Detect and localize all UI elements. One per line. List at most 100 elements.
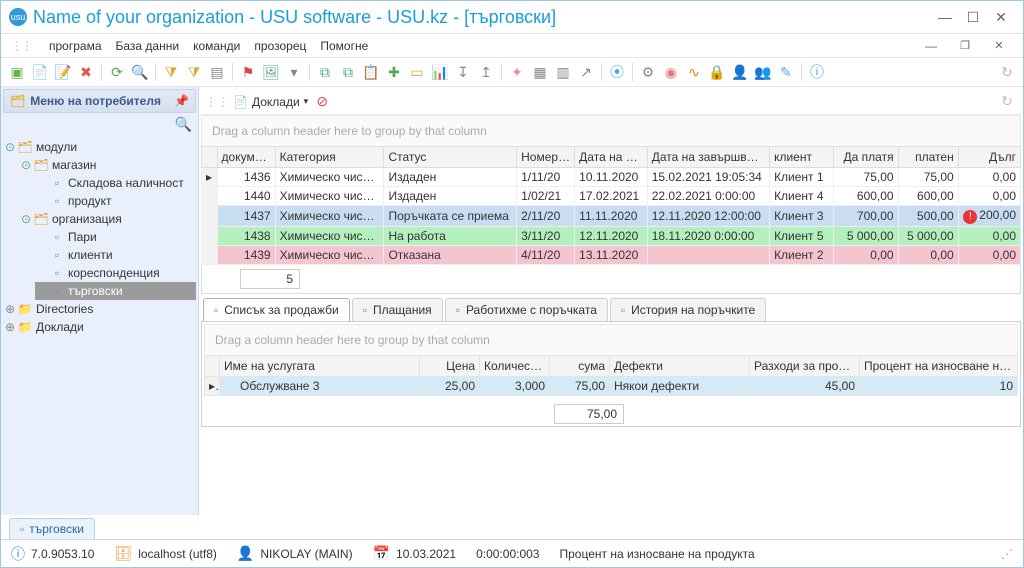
pin-icon[interactable]: 📌: [174, 94, 189, 108]
tree-clients[interactable]: ▫клиенти: [35, 246, 196, 264]
col-paid: платен: [898, 147, 958, 168]
tb-search-icon[interactable]: 🔍: [130, 62, 150, 82]
nav-tree: ⊙🗂модули ⊙🗂магазин ▫Складова наличност ▫…: [3, 136, 196, 338]
tb-color-icon[interactable]: ◉: [661, 62, 681, 82]
mdi-minimize-button[interactable]: —: [917, 36, 945, 56]
maximize-button[interactable]: ☐: [959, 7, 987, 27]
tb-layout-icon[interactable]: ▦: [530, 62, 550, 82]
tree-modules[interactable]: ⊙🗂модули: [3, 138, 196, 156]
tb-lock-icon[interactable]: 🔒: [707, 62, 727, 82]
detail-header-row[interactable]: Име на услугата Цена Количество сума Деф…: [205, 356, 1018, 377]
tree-directories[interactable]: ⊕📁Directories: [3, 300, 196, 318]
col-date-end: Дата на завършване: [647, 147, 769, 168]
stop-icon[interactable]: ⊘: [312, 92, 332, 112]
grid-header-row[interactable]: докуме… Категория Статус Номер … Дата на…: [202, 147, 1021, 168]
tb-add-icon[interactable]: ✚: [384, 62, 404, 82]
tb-refresh-icon[interactable]: ⟳: [107, 62, 127, 82]
doc-icon: ▫: [456, 303, 460, 317]
menu-window[interactable]: прозорец: [254, 39, 306, 53]
tb-edit-icon[interactable]: 📝: [53, 62, 73, 82]
tb-paste-icon[interactable]: 📋: [361, 62, 381, 82]
table-row[interactable]: 1439Химическо чистенеОтказана4/11/2013.1…: [202, 246, 1021, 265]
reports-dropdown[interactable]: 📄Доклади▾: [233, 95, 308, 109]
tb-gear-icon[interactable]: ⚙: [638, 62, 658, 82]
tb-wand-icon[interactable]: ✎: [776, 62, 796, 82]
tree-money[interactable]: ▫Пари: [35, 228, 196, 246]
menu-help[interactable]: Помогне: [320, 39, 368, 53]
statusbar: ⓘ7.0.9053.10 🗄localhost (utf8) 👤NIKOLAY …: [1, 539, 1023, 567]
calendar-icon: 📅: [373, 545, 390, 562]
info-icon: ⓘ: [11, 544, 25, 564]
group-hint[interactable]: Drag a column header here to group by th…: [201, 115, 1021, 146]
menu-program[interactable]: програма: [49, 39, 102, 53]
tb-rss-icon[interactable]: ∿: [684, 62, 704, 82]
dcol-defects: Дефекти: [610, 356, 750, 377]
tb-filter-icon[interactable]: ⧩: [161, 62, 181, 82]
table-row[interactable]: 1440Химическо чистенеИздаден1/02/2117.02…: [202, 187, 1021, 206]
tab-payments[interactable]: ▫Плащания: [352, 298, 443, 321]
tab-worked-order[interactable]: ▫Работихме с поръчката: [445, 298, 608, 321]
tb-down-icon[interactable]: ▾: [284, 62, 304, 82]
table-row[interactable]: ▸1436Химическо чистенеИздаден1/11/2010.1…: [202, 168, 1021, 187]
mdi-restore-button[interactable]: ❐: [951, 36, 979, 56]
tb-export-icon[interactable]: ↧: [453, 62, 473, 82]
tb-copy-icon[interactable]: ⧉: [338, 62, 358, 82]
table-row[interactable]: 1437Химическо чистенеПоръчката се приема…: [202, 206, 1021, 227]
doc-icon: ▫: [49, 284, 65, 298]
user-icon: 👤: [237, 545, 254, 562]
tab-order-history[interactable]: ▫История на поръчките: [610, 298, 766, 321]
tb-user-icon[interactable]: 👤: [730, 62, 750, 82]
tree-shop[interactable]: ⊙🗂магазин: [19, 156, 196, 174]
mdi-close-button[interactable]: ✕: [985, 36, 1013, 56]
dcol-name: Име на услугата: [220, 356, 420, 377]
content-toolbar: ⋮⋮ 📄Доклади▾ ⊘ ↻: [201, 89, 1021, 115]
tb-import-icon[interactable]: ↥: [476, 62, 496, 82]
tb-flag-icon[interactable]: ⚑: [238, 62, 258, 82]
doc-icon: ▫: [363, 303, 367, 317]
menu-commands[interactable]: команди: [193, 39, 240, 53]
tb-star-icon[interactable]: ✦: [507, 62, 527, 82]
col-debt: Дълг: [958, 147, 1020, 168]
detail-grid[interactable]: Име на услугата Цена Количество сума Деф…: [204, 355, 1018, 396]
toolbar: ▣ 📄 📝 ✖ ⟳ 🔍 ⧩ ⧩ ▤ ⚑ 🖼 ▾ ⧉ ⧉ 📋 ✚ ▭ 📊 ↧ ↥ …: [1, 57, 1023, 87]
resize-grip-icon[interactable]: ⋰: [1001, 547, 1013, 561]
close-button[interactable]: ✕: [987, 7, 1015, 27]
detail-group-hint[interactable]: Drag a column header here to group by th…: [204, 324, 1018, 355]
tb-new-icon[interactable]: ▣: [7, 62, 27, 82]
tb-open-icon[interactable]: 📄: [30, 62, 50, 82]
detail-row[interactable]: ▸ Обслужване 3 25,00 3,000 75,00 Някои д…: [205, 377, 1018, 396]
tb-sort-icon[interactable]: ⧩: [184, 62, 204, 82]
window-title: Name of your organization - USU software…: [33, 7, 931, 28]
tb-image-icon[interactable]: 🖼: [261, 62, 281, 82]
sidebar-search-icon[interactable]: 🔍: [3, 113, 196, 136]
doc-icon: ▫: [49, 248, 65, 262]
main-grid[interactable]: докуме… Категория Статус Номер … Дата на…: [201, 146, 1021, 265]
tb-group-icon[interactable]: ▤: [207, 62, 227, 82]
doc-icon: ▫: [49, 194, 65, 208]
tree-product[interactable]: ▫продукт: [35, 192, 196, 210]
content-history-icon[interactable]: ↻: [997, 92, 1017, 112]
tb-history-icon[interactable]: ↻: [997, 62, 1017, 82]
warning-icon: !: [963, 210, 977, 224]
grid-summary: 5: [201, 265, 1021, 294]
tb-info-icon[interactable]: ⓘ: [807, 62, 827, 82]
tb-location-icon[interactable]: ⦿: [607, 62, 627, 82]
tab-sales-list[interactable]: ▫Списък за продажби: [203, 298, 350, 321]
tree-trade[interactable]: ▫търговски: [35, 282, 196, 300]
tb-note-icon[interactable]: ▭: [407, 62, 427, 82]
tb-tree-icon[interactable]: ⧉: [315, 62, 335, 82]
tb-send-icon[interactable]: ↗: [576, 62, 596, 82]
tb-delete-icon[interactable]: ✖: [76, 62, 96, 82]
menu-database[interactable]: База данни: [116, 39, 180, 53]
table-row[interactable]: 1438Химическо чистенеНа работа3/11/2012.…: [202, 227, 1021, 246]
tb-users-icon[interactable]: 👥: [753, 62, 773, 82]
tree-org[interactable]: ⊙🗂организация: [19, 210, 196, 228]
tree-reports[interactable]: ⊕📁Доклади: [3, 318, 196, 336]
tb-excel-icon[interactable]: 📊: [430, 62, 450, 82]
row-indicator: ▸: [202, 168, 218, 187]
tree-correspondence[interactable]: ▫кореспонденция: [35, 264, 196, 282]
open-tab-trade[interactable]: ▫търговски: [9, 518, 95, 539]
tb-map-icon[interactable]: ▥: [553, 62, 573, 82]
tree-stock[interactable]: ▫Складова наличност: [35, 174, 196, 192]
minimize-button[interactable]: —: [931, 7, 959, 27]
